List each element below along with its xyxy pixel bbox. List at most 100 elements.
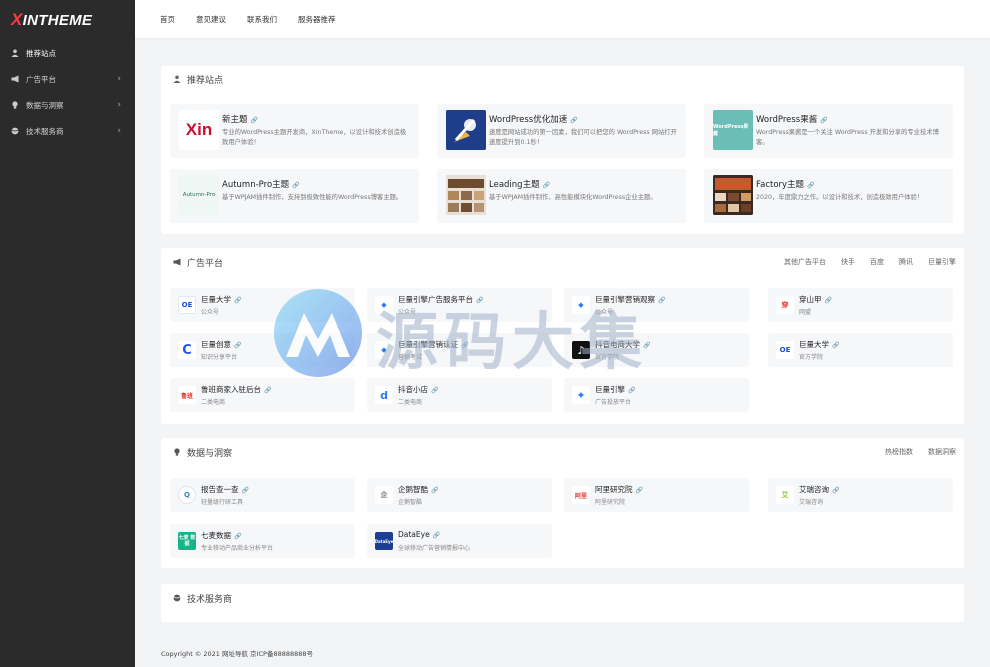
site-card[interactable]: ◆ 巨量引擎营销认证 🔗 营销考试 — [367, 333, 552, 367]
site-card[interactable]: DataEye DataEye 🔗 全球移动广告营销情报中心 — [367, 524, 552, 558]
site-card[interactable]: Autumn-Pro Autumn-Pro主题 🔗 基于WPJAM插件制作，支持到… — [170, 169, 419, 223]
site-desc: 阿里研究院 — [595, 499, 626, 506]
site-desc: 基于WPJAM插件制作、高性能模块化WordPress企业主题。 — [489, 194, 657, 201]
link-icon[interactable]: 🔗 — [292, 182, 299, 189]
site-desc: 专业移动产品商业分析平台 — [201, 545, 274, 552]
link-icon[interactable]: 🔗 — [628, 387, 635, 394]
link-icon[interactable]: 🔗 — [234, 342, 241, 349]
link-hot-index[interactable]: 热榜指数 — [885, 447, 913, 457]
site-desc: 公众号 — [595, 309, 614, 316]
user-icon — [172, 75, 181, 83]
sidebar-item-recommended[interactable]: 推荐站点 — [0, 40, 135, 66]
link-icon[interactable]: 🔗 — [251, 117, 258, 124]
link-kuaishou[interactable]: 快手 — [841, 257, 855, 267]
site-card[interactable]: 穿 穿山甲 🔗 网盟 — [768, 288, 953, 322]
site-card[interactable]: Factory主题 🔗 2020，年度鼎力之作。以设计和技术，创造极致用户体验！ — [704, 169, 953, 223]
site-icon: ◆ — [375, 296, 393, 314]
link-icon[interactable]: 🔗 — [264, 387, 271, 394]
section-header: 技术服务商 — [161, 584, 964, 612]
site-thumbnail — [446, 175, 486, 215]
link-icon[interactable]: 🔗 — [476, 297, 483, 304]
thumb-text: WordPress果酱 — [713, 124, 749, 137]
sidebar-item-label: 技术服务商 — [26, 126, 64, 136]
link-icon[interactable]: 🔗 — [825, 297, 832, 304]
site-title: 报告查一查 — [201, 485, 239, 494]
link-icon[interactable]: 🔗 — [433, 532, 440, 539]
chevron-right-icon: › — [117, 100, 121, 110]
site-card[interactable]: 七麦 数据 七麦数据 🔗 专业移动产品商业分析平台 — [170, 524, 355, 558]
nav-contact[interactable]: 联系我们 — [247, 14, 277, 25]
site-card[interactable]: OE 巨量大学 🔗 官方学院 — [768, 333, 953, 367]
link-icon[interactable]: 🔗 — [461, 342, 468, 349]
lightbulb-icon — [172, 448, 181, 456]
link-tencent[interactable]: 腾讯 — [899, 257, 913, 267]
site-card[interactable]: ◆ 巨量引擎营销观察 🔗 公众号 — [564, 288, 749, 322]
link-icon[interactable]: 🔗 — [643, 342, 650, 349]
site-title: 巨量引擎营销认证 — [398, 340, 458, 349]
link-icon[interactable]: 🔗 — [431, 487, 438, 494]
link-icon[interactable]: 🔗 — [242, 487, 249, 494]
link-other-ad-platforms[interactable]: 其他广告平台 — [784, 257, 826, 267]
site-card[interactable]: ◆ 巨量引擎广告服务平台 🔗 公众号 — [367, 288, 552, 322]
sidebar-item-ads[interactable]: 广告平台 › — [0, 66, 135, 92]
site-icon: ◆ — [375, 341, 393, 359]
site-card[interactable]: Leading主题 🔗 基于WPJAM插件制作、高性能模块化WordPress企业… — [437, 169, 686, 223]
site-card[interactable]: ✦ 巨量引擎 🔗 广告投放平台 — [564, 378, 749, 412]
rocket-icon — [446, 110, 486, 150]
logo-text: INTHEME — [22, 11, 93, 29]
nav-feedback[interactable]: 意见建议 — [196, 14, 226, 25]
site-icon: 七麦 数据 — [178, 532, 196, 550]
link-icon[interactable]: 🔗 — [636, 487, 643, 494]
logo-x: X — [11, 10, 23, 29]
site-title: 巨量引擎营销观察 — [595, 295, 655, 304]
site-desc: 网盟 — [799, 309, 812, 316]
sidebar-item-data[interactable]: 数据与洞察 › — [0, 92, 135, 118]
site-card[interactable]: OE 巨量大学 🔗 公众号 — [170, 288, 355, 322]
logo[interactable]: X INTHEME — [0, 0, 135, 40]
link-icon[interactable]: 🔗 — [658, 297, 665, 304]
site-desc: 全球移动广告营销情报中心 — [398, 545, 471, 552]
link-data-insight[interactable]: 数据洞察 — [928, 447, 956, 457]
site-card[interactable]: 艾 艾瑞咨询 🔗 艾瑞咨询 — [768, 478, 953, 512]
link-baidu[interactable]: 百度 — [870, 257, 884, 267]
megaphone-icon — [11, 75, 19, 83]
website-preview-image — [446, 175, 486, 215]
site-icon: C — [178, 341, 196, 359]
site-card[interactable]: 企 企鹅智酷 🔗 企鹅智酷 — [367, 478, 552, 512]
sidebar-item-tech[interactable]: 技术服务商 › — [0, 118, 135, 144]
section-recommended: 推荐站点 Xin 新主题 🔗 专业的WordPress主题开发商，XinTheme… — [161, 66, 964, 234]
site-title: 巨量大学 — [799, 340, 829, 349]
site-icon: 艾 — [776, 486, 794, 504]
site-icon: 穿 — [776, 296, 794, 314]
link-icon[interactable]: 🔗 — [234, 297, 241, 304]
link-icon[interactable]: 🔗 — [543, 182, 550, 189]
link-icon[interactable]: 🔗 — [234, 533, 241, 540]
site-card[interactable]: ♪ 抖音电商大学 🔗 官方学院 — [564, 333, 749, 367]
site-card[interactable]: C 巨量创意 🔗 知识分享平台 — [170, 333, 355, 367]
site-card[interactable]: d 抖音小店 🔗 二类电商 — [367, 378, 552, 412]
site-card[interactable]: 阿里 阿里研究院 🔗 阿里研究院 — [564, 478, 749, 512]
site-card[interactable]: Xin 新主题 🔗 专业的WordPress主题开发商，XinTheme，以设计和… — [170, 104, 419, 158]
link-icon[interactable]: 🔗 — [832, 342, 839, 349]
site-card[interactable]: Q 报告查一查 🔗 轻量级行研工具 — [170, 478, 355, 512]
nav-servers[interactable]: 服务器推荐 — [298, 14, 336, 25]
site-card[interactable]: WordPress优化加速 🔗 速度是网站成功的第一因素，我们可以把您的 Word… — [437, 104, 686, 158]
site-desc: 企鹅智酷 — [398, 499, 423, 506]
link-ocean-engine[interactable]: 巨量引擎 — [928, 257, 956, 267]
link-icon[interactable]: 🔗 — [431, 387, 438, 394]
link-icon[interactable]: 🔗 — [832, 487, 839, 494]
globe-icon — [172, 594, 181, 602]
sidebar-item-label: 推荐站点 — [26, 48, 56, 58]
link-icon[interactable]: 🔗 — [807, 182, 814, 189]
site-desc: 知识分享平台 — [201, 354, 238, 361]
site-title: DataEye — [398, 530, 430, 539]
site-title: Autumn-Pro主题 — [222, 180, 290, 190]
sidebar-item-label: 数据与洞察 — [26, 100, 64, 110]
site-thumbnail — [446, 110, 486, 150]
site-card[interactable]: WordPress果酱 WordPress果酱 🔗 WordPress果酱是一个关… — [704, 104, 953, 158]
link-icon[interactable]: 🔗 — [570, 117, 577, 124]
link-icon[interactable]: 🔗 — [820, 117, 827, 124]
nav-home[interactable]: 首页 — [160, 14, 175, 25]
site-card[interactable]: 鲁班 鲁班商家入驻后台 🔗 二类电商 — [170, 378, 355, 412]
site-title: WordPress果酱 — [756, 115, 818, 125]
